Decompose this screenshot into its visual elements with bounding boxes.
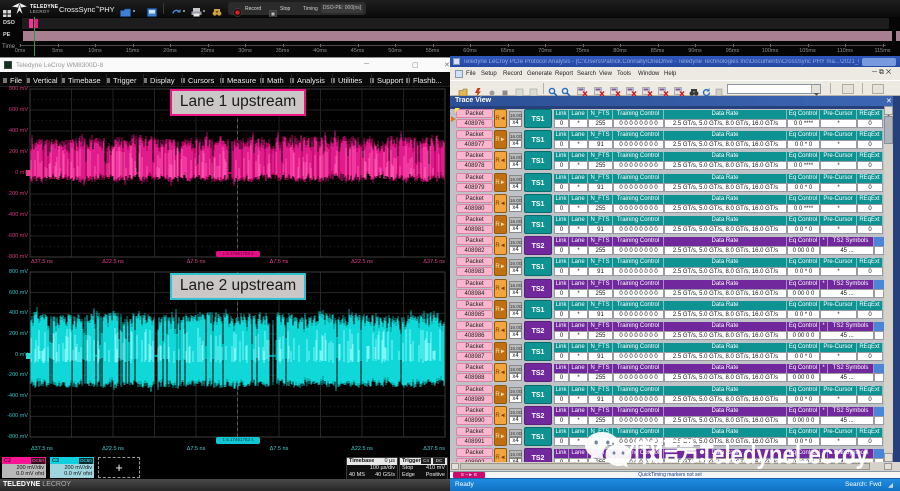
svg-text:TeledyneLecroy: TeledyneLecroy bbox=[700, 440, 868, 470]
